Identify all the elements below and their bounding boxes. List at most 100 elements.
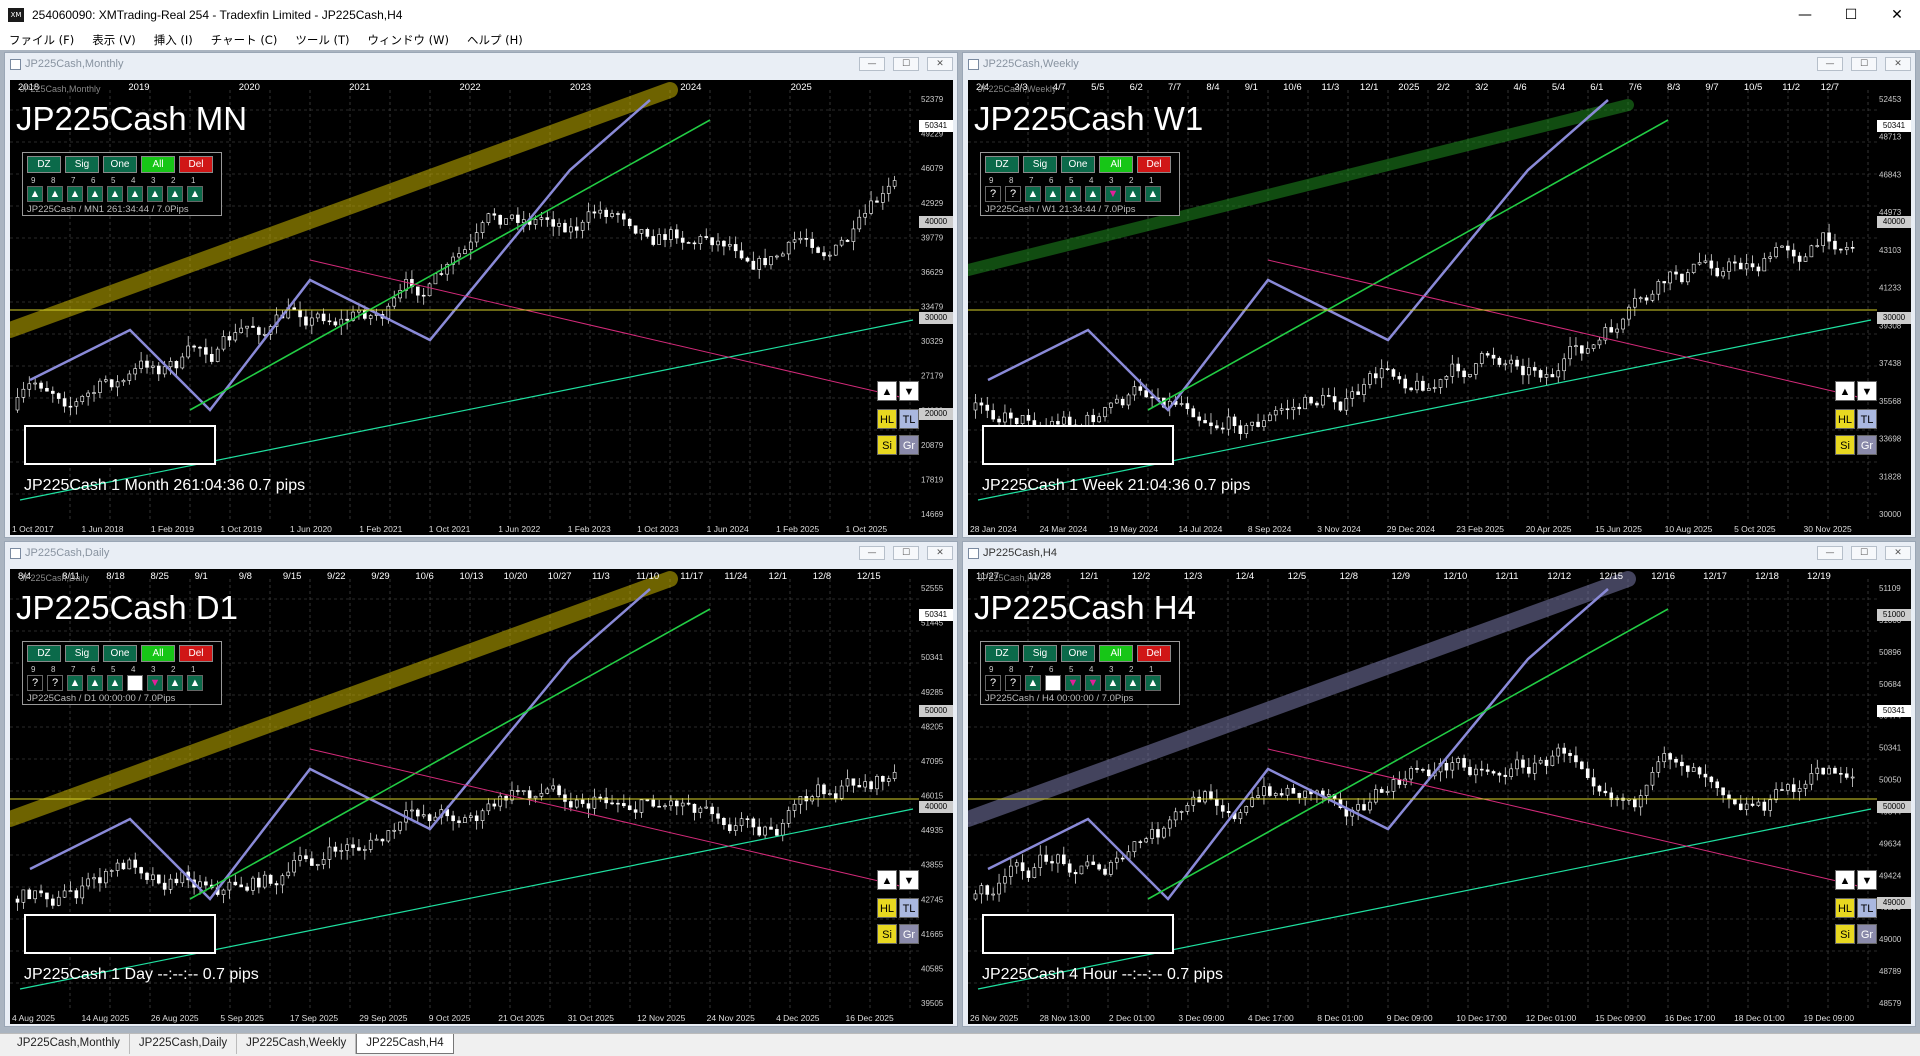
panel-button-sig[interactable]: Sig xyxy=(1023,645,1057,662)
menu-window[interactable]: ウィンドウ (W) xyxy=(358,32,458,48)
side-down-button[interactable]: ▼ xyxy=(1857,381,1877,401)
panel-button-sig[interactable]: Sig xyxy=(1023,156,1057,173)
panel-signal-cell[interactable]: ▲ xyxy=(107,186,123,202)
panel-signal-cell[interactable]: ▲ xyxy=(1105,675,1121,691)
panel-signal-cell[interactable]: ▲ xyxy=(67,186,83,202)
side-down-button[interactable]: ▼ xyxy=(1857,870,1877,890)
panel-button-del[interactable]: Del xyxy=(1137,645,1171,662)
panel-signal-cell[interactable]: ■ xyxy=(1045,675,1061,691)
panel-signal-cell[interactable]: ▼ xyxy=(1085,675,1101,691)
price-chart[interactable]: 5255551445503414928548205470954601544935… xyxy=(10,569,953,1024)
panel-signal-cell[interactable]: ▲ xyxy=(107,675,123,691)
chart-maximize-button[interactable]: ☐ xyxy=(1851,57,1877,71)
side-gr-button[interactable]: Gr xyxy=(1857,924,1877,944)
panel-signal-cell[interactable]: ▲ xyxy=(127,186,143,202)
panel-signal-cell[interactable]: ▲ xyxy=(27,186,43,202)
side-gr-button[interactable]: Gr xyxy=(899,435,919,455)
side-hl-button[interactable]: HL xyxy=(877,898,897,918)
side-down-button[interactable]: ▼ xyxy=(899,381,919,401)
chart-minimize-button[interactable]: — xyxy=(859,546,885,560)
tab-daily[interactable]: JP225Cash,Daily xyxy=(130,1034,238,1054)
panel-signal-cell[interactable]: ▲ xyxy=(187,186,203,202)
maximize-button[interactable]: ☐ xyxy=(1828,0,1874,30)
panel-signal-cell[interactable]: ▲ xyxy=(1025,675,1041,691)
menu-tools[interactable]: ツール (T) xyxy=(286,32,358,48)
panel-signal-cell[interactable]: ? xyxy=(1005,186,1021,202)
menu-view[interactable]: 表示 (V) xyxy=(83,32,145,48)
chart-maximize-button[interactable]: ☐ xyxy=(1851,546,1877,560)
panel-button-del[interactable]: Del xyxy=(179,645,213,662)
tab-h4[interactable]: JP225Cash,H4 xyxy=(356,1034,454,1054)
panel-signal-cell[interactable]: ? xyxy=(27,675,43,691)
side-tl-button[interactable]: TL xyxy=(1857,409,1877,429)
menu-charts[interactable]: チャート (C) xyxy=(202,32,287,48)
panel-button-all[interactable]: All xyxy=(1099,645,1133,662)
menu-help[interactable]: ヘルプ (H) xyxy=(458,32,532,48)
side-tl-button[interactable]: TL xyxy=(899,409,919,429)
panel-button-sig[interactable]: Sig xyxy=(65,156,99,173)
panel-signal-cell[interactable]: ? xyxy=(985,675,1001,691)
panel-button-all[interactable]: All xyxy=(141,645,175,662)
panel-button-one[interactable]: One xyxy=(1061,156,1095,173)
panel-button-one[interactable]: One xyxy=(1061,645,1095,662)
panel-signal-cell[interactable]: ▲ xyxy=(47,186,63,202)
chart-close-button[interactable]: ✕ xyxy=(927,57,953,71)
chart-close-button[interactable]: ✕ xyxy=(1885,57,1911,71)
chart-canvas[interactable]: 52379 49229 46079 42929 39779 36629 33479 30329… xyxy=(10,80,953,535)
side-up-button[interactable]: ▲ xyxy=(1835,381,1855,401)
chart-minimize-button[interactable]: — xyxy=(1817,57,1843,71)
panel-button-dz[interactable]: DZ xyxy=(27,645,61,662)
panel-signal-cell[interactable]: ▲ xyxy=(87,186,103,202)
panel-signal-cell[interactable]: ? xyxy=(985,186,1001,202)
close-button[interactable]: ✕ xyxy=(1874,0,1920,30)
price-chart[interactable]: 5245348713468434497343103412333930837438… xyxy=(968,80,1911,535)
chart-canvas[interactable]: 52555 51445 50341 49285 48205 47095 46015 44935… xyxy=(10,569,953,1024)
panel-signal-cell[interactable]: ▲ xyxy=(167,186,183,202)
panel-button-all[interactable]: All xyxy=(141,156,175,173)
side-hl-button[interactable]: HL xyxy=(1835,898,1855,918)
panel-button-dz[interactable]: DZ xyxy=(985,645,1019,662)
panel-button-one[interactable]: One xyxy=(103,645,137,662)
side-si-button[interactable]: Si xyxy=(877,924,897,944)
panel-button-all[interactable]: All xyxy=(1099,156,1133,173)
side-gr-button[interactable]: Gr xyxy=(1857,435,1877,455)
side-up-button[interactable]: ▲ xyxy=(877,381,897,401)
side-tl-button[interactable]: TL xyxy=(1857,898,1877,918)
panel-signal-cell[interactable]: ▲ xyxy=(187,675,203,691)
panel-signal-cell[interactable]: ▼ xyxy=(147,675,163,691)
chart-maximize-button[interactable]: ☐ xyxy=(893,57,919,71)
price-chart[interactable]: 5237949229460794292939779366293347930329… xyxy=(10,80,953,535)
panel-signal-cell[interactable]: ▲ xyxy=(1085,186,1101,202)
side-hl-button[interactable]: HL xyxy=(1835,409,1855,429)
panel-button-del[interactable]: Del xyxy=(1137,156,1171,173)
panel-signal-cell[interactable]: ▲ xyxy=(67,675,83,691)
side-down-button[interactable]: ▼ xyxy=(899,870,919,890)
panel-signal-cell[interactable]: ▲ xyxy=(1145,186,1161,202)
tab-monthly[interactable]: JP225Cash,Monthly xyxy=(8,1034,130,1054)
panel-signal-cell[interactable]: ▲ xyxy=(147,186,163,202)
chart-canvas[interactable]: 5110951000508965068450474503415005049844… xyxy=(968,569,1911,1024)
panel-button-dz[interactable]: DZ xyxy=(27,156,61,173)
price-chart[interactable]: 5110951000508965068450474503415005049844… xyxy=(968,569,1911,1024)
panel-signal-cell[interactable]: ? xyxy=(47,675,63,691)
chart-canvas[interactable]: 52453 48713 46843 44973 43103 41233 39308 37438… xyxy=(968,80,1911,535)
chart-maximize-button[interactable]: ☐ xyxy=(893,546,919,560)
panel-button-one[interactable]: One xyxy=(103,156,137,173)
side-hl-button[interactable]: HL xyxy=(877,409,897,429)
panel-button-sig[interactable]: Sig xyxy=(65,645,99,662)
panel-signal-cell[interactable]: ▲ xyxy=(167,675,183,691)
panel-signal-cell[interactable]: ▲ xyxy=(1125,675,1141,691)
panel-signal-cell[interactable]: ▲ xyxy=(1025,186,1041,202)
side-up-button[interactable]: ▲ xyxy=(1835,870,1855,890)
panel-signal-cell[interactable]: ▲ xyxy=(1065,186,1081,202)
chart-minimize-button[interactable]: — xyxy=(1817,546,1843,560)
panel-signal-cell[interactable]: ? xyxy=(1005,675,1021,691)
panel-button-dz[interactable]: DZ xyxy=(985,156,1019,173)
panel-button-del[interactable]: Del xyxy=(179,156,213,173)
side-gr-button[interactable]: Gr xyxy=(899,924,919,944)
side-si-button[interactable]: Si xyxy=(1835,924,1855,944)
panel-signal-cell[interactable]: ▲ xyxy=(1145,675,1161,691)
chart-close-button[interactable]: ✕ xyxy=(1885,546,1911,560)
panel-signal-cell[interactable]: ▼ xyxy=(1105,186,1121,202)
panel-signal-cell[interactable]: ▲ xyxy=(87,675,103,691)
